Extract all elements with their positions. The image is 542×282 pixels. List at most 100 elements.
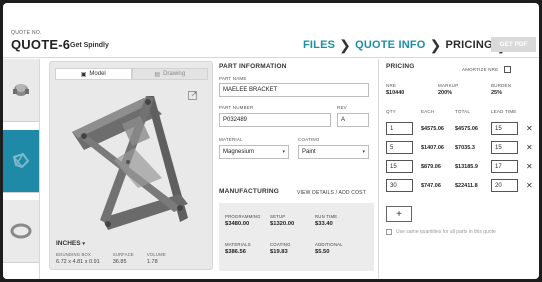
chevron-right-icon: ❯ (429, 37, 442, 53)
drawing-icon: ▤ (154, 71, 161, 78)
cost-value: $19.83 (270, 249, 288, 255)
markup-label: MARKUP (438, 83, 459, 88)
material-select[interactable]: Magnesium ▾ (219, 145, 289, 159)
close-icon[interactable]: ✕ (526, 182, 533, 190)
qty-input[interactable]: 15 (386, 160, 413, 173)
burden-label: BURDEN (491, 83, 512, 88)
lead-time-input[interactable]: 15 (491, 141, 518, 154)
cost-run-time: RUN TIME $33.40 (315, 214, 337, 227)
dim-label: VOLUME (146, 252, 166, 257)
tab-drawing[interactable]: ▤ Drawing (131, 68, 208, 80)
cost-value: $3480.00 (225, 221, 250, 227)
dim-value: 6.72 x 4.81 x 0.91 (56, 259, 100, 265)
quote-window: QUOTE NO. QUOTE-6 Get Spindly FILES ❯ QU… (3, 3, 539, 279)
rev-input[interactable]: A (337, 113, 369, 127)
ring-part-icon (10, 223, 32, 239)
part-thumbnail-3[interactable] (3, 200, 39, 263)
lead-time-input[interactable]: 20 (491, 179, 518, 192)
total-price: $22411.8 (455, 183, 478, 189)
plus-icon: + (396, 208, 402, 220)
units-select[interactable]: INCHES ▾ (56, 240, 85, 247)
amortize-checkbox[interactable] (504, 66, 511, 73)
burden-value: 25% (491, 90, 503, 96)
step-quote-info[interactable]: QUOTE INFO (355, 39, 425, 51)
pricing-title: PRICING (386, 63, 415, 70)
qty-input[interactable]: 30 (386, 179, 413, 192)
dim-label: BOUNDING BOX (56, 252, 91, 257)
chevron-down-icon: ▾ (82, 241, 85, 247)
chevron-right-icon: ❯ (339, 37, 352, 53)
cost-materials: MATERIALS $386.56 (225, 242, 251, 255)
each-price: $4575.06 (421, 126, 444, 132)
same-quantities-option[interactable]: Use same quantities for all parts in thi… (386, 229, 496, 235)
tab-model[interactable]: ▣ Model (55, 68, 132, 80)
same-quantities-checkbox[interactable] (386, 229, 392, 235)
col-qty: QTY (386, 109, 396, 114)
step-breadcrumb: FILES ❯ QUOTE INFO ❯ PRICING ❯ (303, 35, 513, 55)
col-each: EACH (421, 109, 435, 114)
cost-value: $5.50 (315, 249, 330, 255)
part-thumbnail-2[interactable] (3, 130, 39, 193)
cost-programming: PROGRAMMING $3480.00 (225, 214, 261, 227)
viewer-tabs: ▣ Model ▤ Drawing (55, 68, 208, 80)
coating-value: Paint (302, 149, 316, 155)
tab-model-label: Model (89, 71, 106, 77)
manufacturing-costs: PROGRAMMING $3480.00 SETUP $1320.00 RUN … (219, 203, 374, 271)
part-info-title: PART INFORMATION (219, 63, 287, 70)
bounding-box: BOUNDING BOX 6.72 x 4.81 x 0.91 (56, 252, 100, 265)
cost-label: SETUP (270, 214, 286, 219)
manufacturing-title: MANUFACTURING (219, 188, 280, 195)
view-details-link[interactable]: VIEW DETAILS / ADD COST (297, 190, 366, 196)
cost-value: $33.40 (315, 221, 333, 227)
step-pricing[interactable]: PRICING (446, 39, 493, 51)
cost-value: $386.56 (225, 249, 246, 255)
dim-value: 36.85 (112, 259, 127, 265)
volume: VOLUME 1.78 (147, 252, 166, 265)
lead-time-input[interactable]: 15 (491, 122, 518, 135)
model-viewer[interactable]: ▣ Model ▤ Drawing INCHES ▾ BOUNDING BOX … (49, 61, 213, 270)
close-icon[interactable]: ✕ (526, 144, 533, 152)
part-name-input[interactable]: MAELEE BRACKET (219, 83, 369, 97)
chevron-down-icon: ▾ (362, 149, 365, 155)
total-price: $13185.9 (455, 164, 478, 170)
cost-label: PROGRAMMING (225, 214, 261, 219)
part-number-label: PART NUMBER (219, 105, 254, 110)
part-sidebar (3, 59, 40, 279)
rev-label: REV (337, 105, 347, 110)
total-price: $7035.3 (455, 145, 475, 151)
part-name-label: PART NAME (219, 76, 247, 81)
qty-input[interactable]: 1 (386, 122, 413, 135)
coating-select[interactable]: Paint ▾ (298, 145, 369, 159)
close-icon[interactable]: ✕ (526, 163, 533, 171)
amortize-label: AMORTIZE NRE (462, 67, 499, 72)
dimension-readout: BOUNDING BOX 6.72 x 4.81 x 0.91 SURFACE … (56, 252, 206, 265)
customer-name: Get Spindly (70, 42, 109, 49)
each-price: $1407.06 (421, 145, 444, 151)
cost-label: RUN TIME (315, 214, 338, 219)
nre-value: $10440 (386, 90, 405, 96)
cylinder-part-icon (13, 84, 29, 96)
lead-time-input[interactable]: 17 (491, 160, 518, 173)
dim-value: 1.78 (146, 259, 158, 265)
chevron-down-icon: ▾ (282, 149, 285, 155)
part-number-input[interactable]: P032489 (219, 113, 331, 127)
step-files[interactable]: FILES (303, 39, 335, 51)
cost-setup: SETUP $1320.00 (270, 214, 294, 227)
total-price: $4575.06 (455, 126, 478, 132)
cost-label: MATERIALS (225, 242, 251, 247)
surface: SURFACE 36.85 (113, 252, 134, 265)
add-quantity-button[interactable]: + (386, 206, 412, 222)
bracket-3d-model (72, 96, 188, 230)
qty-input[interactable]: 5 (386, 141, 413, 154)
get-pdf-button[interactable]: GET PDF (491, 37, 536, 52)
tab-drawing-label: Drawing (163, 71, 186, 77)
close-icon[interactable]: ✕ (526, 125, 533, 133)
each-price: $879.06 (421, 164, 441, 170)
same-quantities-label: Use same quantities for all parts in thi… (396, 229, 496, 235)
part-thumbnail-1[interactable] (3, 59, 39, 122)
coating-label: COATING (298, 137, 320, 142)
cost-value: $1320.00 (270, 221, 295, 227)
cube-icon: ▣ (80, 71, 87, 78)
cost-additional: ADDITIONAL $5.50 (315, 242, 343, 255)
each-price: $747.06 (421, 183, 441, 189)
